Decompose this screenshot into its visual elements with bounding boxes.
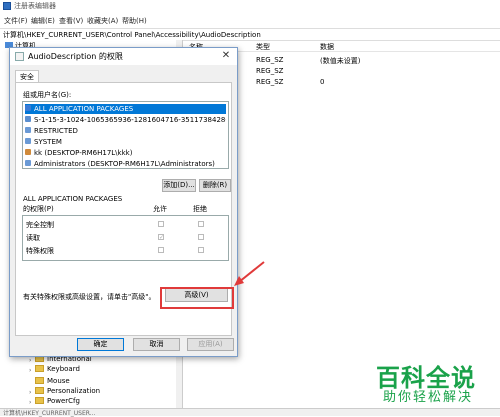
folder-icon xyxy=(35,377,44,384)
menu-favorites[interactable]: 收藏夹(A) xyxy=(87,16,118,26)
user-list[interactable]: ALL APPLICATION PACKAGES S-1-15-3-1024-10… xyxy=(22,101,229,169)
regedit-icon xyxy=(3,2,11,10)
apply-button[interactable]: 应用(A) xyxy=(187,338,234,351)
deny-checkbox[interactable] xyxy=(198,247,204,253)
group-users-label: 组或用户名(G): xyxy=(23,91,72,99)
dialog-titlebar[interactable]: AudioDescription 的权限 ✕ xyxy=(10,48,237,65)
window-title: 注册表编辑器 xyxy=(14,2,56,10)
list-item[interactable]: ALL APPLICATION PACKAGES xyxy=(25,104,226,114)
group-icon xyxy=(25,160,31,166)
chevron-right-icon[interactable]: › xyxy=(29,399,31,406)
ok-button[interactable]: 确定 xyxy=(77,338,124,351)
address-path: 计算机\HKEY_CURRENT_USER\Control Panel\Acce… xyxy=(3,31,261,39)
deny-checkbox[interactable] xyxy=(198,234,204,240)
tree-item-mouse[interactable]: Mouse xyxy=(35,377,70,387)
menu-file[interactable]: 文件(F) xyxy=(4,16,28,26)
tree-item-label: Keyboard xyxy=(47,365,80,373)
advanced-hint: 有关特殊权限或高级设置，请单击"高级"。 xyxy=(23,293,156,301)
user-icon xyxy=(25,116,31,122)
arrow-icon xyxy=(234,261,265,286)
tree-item-personalization[interactable]: Personalization xyxy=(35,387,100,397)
chevron-right-icon[interactable]: › xyxy=(29,367,31,374)
value-type[interactable]: REG_SZ xyxy=(256,67,283,75)
group-icon xyxy=(25,127,31,133)
permission-name: 特殊权限 xyxy=(26,247,54,255)
menu-view[interactable]: 查看(V) xyxy=(59,16,83,26)
chevron-right-icon[interactable]: › xyxy=(29,389,31,396)
user-name: Administrators (DESKTOP-RM6H17L\Administ… xyxy=(34,160,215,168)
group-icon xyxy=(25,138,31,144)
permissions-dialog: AudioDescription 的权限 ✕ 安全 组或用户名(G): ALL … xyxy=(9,47,238,357)
deny-header: 拒绝 xyxy=(193,205,207,213)
menu-edit[interactable]: 编辑(E) xyxy=(31,16,55,26)
permission-name: 读取 xyxy=(26,234,40,242)
folder-icon xyxy=(35,365,44,372)
list-item[interactable]: S-1-15-3-1024-1065365936-1281604716-3511… xyxy=(25,115,226,125)
value-type[interactable]: REG_SZ xyxy=(256,56,283,64)
chevron-right-icon[interactable]: › xyxy=(29,357,31,364)
menu-bar: 文件(F) 编辑(E) 查看(V) 收藏夹(A) 帮助(H) xyxy=(0,14,500,26)
list-item[interactable]: Administrators (DESKTOP-RM6H17L\Administ… xyxy=(25,159,226,168)
status-text: 计算机\HKEY_CURRENT_USER... xyxy=(3,410,96,417)
value-type[interactable]: REG_SZ xyxy=(256,78,283,86)
tree-item-label: PowerCfg xyxy=(47,397,80,405)
user-name: RESTRICTED xyxy=(34,127,78,135)
user-name: ALL APPLICATION PACKAGES xyxy=(34,105,134,113)
allow-checkbox[interactable]: ✓ xyxy=(158,234,164,241)
tree-item-keyboard[interactable]: Keyboard xyxy=(35,365,80,375)
permissions-grid: 完全控制读取 ✓ 特殊权限 xyxy=(22,215,229,261)
deny-checkbox[interactable] xyxy=(198,221,204,227)
allow-header: 允许 xyxy=(153,205,167,213)
cancel-button[interactable]: 取消 xyxy=(133,338,180,351)
list-item[interactable]: kk (DESKTOP-RM6H17L\kkk) xyxy=(25,148,226,158)
dialog-icon xyxy=(15,52,24,61)
add-button[interactable]: 添加(D)... xyxy=(162,179,196,192)
permissions-for-label: ALL APPLICATION PACKAGES xyxy=(23,195,123,203)
value-data[interactable]: 0 xyxy=(320,78,324,86)
tree-item-label: Personalization xyxy=(47,387,101,395)
highlight-box xyxy=(160,287,234,309)
allow-checkbox[interactable] xyxy=(158,221,164,227)
column-data[interactable]: 数据 xyxy=(320,42,334,52)
folder-icon xyxy=(35,387,44,394)
tree-item-powercfg[interactable]: PowerCfg xyxy=(35,397,80,407)
menu-help[interactable]: 帮助(H) xyxy=(122,16,147,26)
remove-button[interactable]: 删除(R) xyxy=(199,179,231,192)
user-name: S-1-15-3-1024-1065365936-1281604716-3511… xyxy=(34,116,226,124)
user-name: SYSTEM xyxy=(34,138,62,146)
close-icon[interactable]: ✕ xyxy=(219,50,233,62)
permission-name: 完全控制 xyxy=(26,221,54,229)
list-item[interactable]: SYSTEM xyxy=(25,137,226,147)
dialog-title: AudioDescription 的权限 xyxy=(28,52,123,61)
folder-icon xyxy=(35,397,44,404)
window-titlebar: 注册表编辑器 xyxy=(0,0,500,12)
user-icon xyxy=(25,149,31,155)
column-type[interactable]: 类型 xyxy=(256,42,270,52)
permissions-for-suffix: 的权限(P) xyxy=(23,205,54,213)
value-data[interactable]: (数值未设置) xyxy=(320,56,360,66)
list-item[interactable]: RESTRICTED xyxy=(25,126,226,136)
package-icon xyxy=(25,105,31,111)
tree-item-label: Mouse xyxy=(47,377,70,385)
user-name: kk (DESKTOP-RM6H17L\kkk) xyxy=(34,149,133,157)
allow-checkbox[interactable] xyxy=(158,247,164,253)
watermark-slogan: 助你轻松解决 xyxy=(383,390,474,405)
